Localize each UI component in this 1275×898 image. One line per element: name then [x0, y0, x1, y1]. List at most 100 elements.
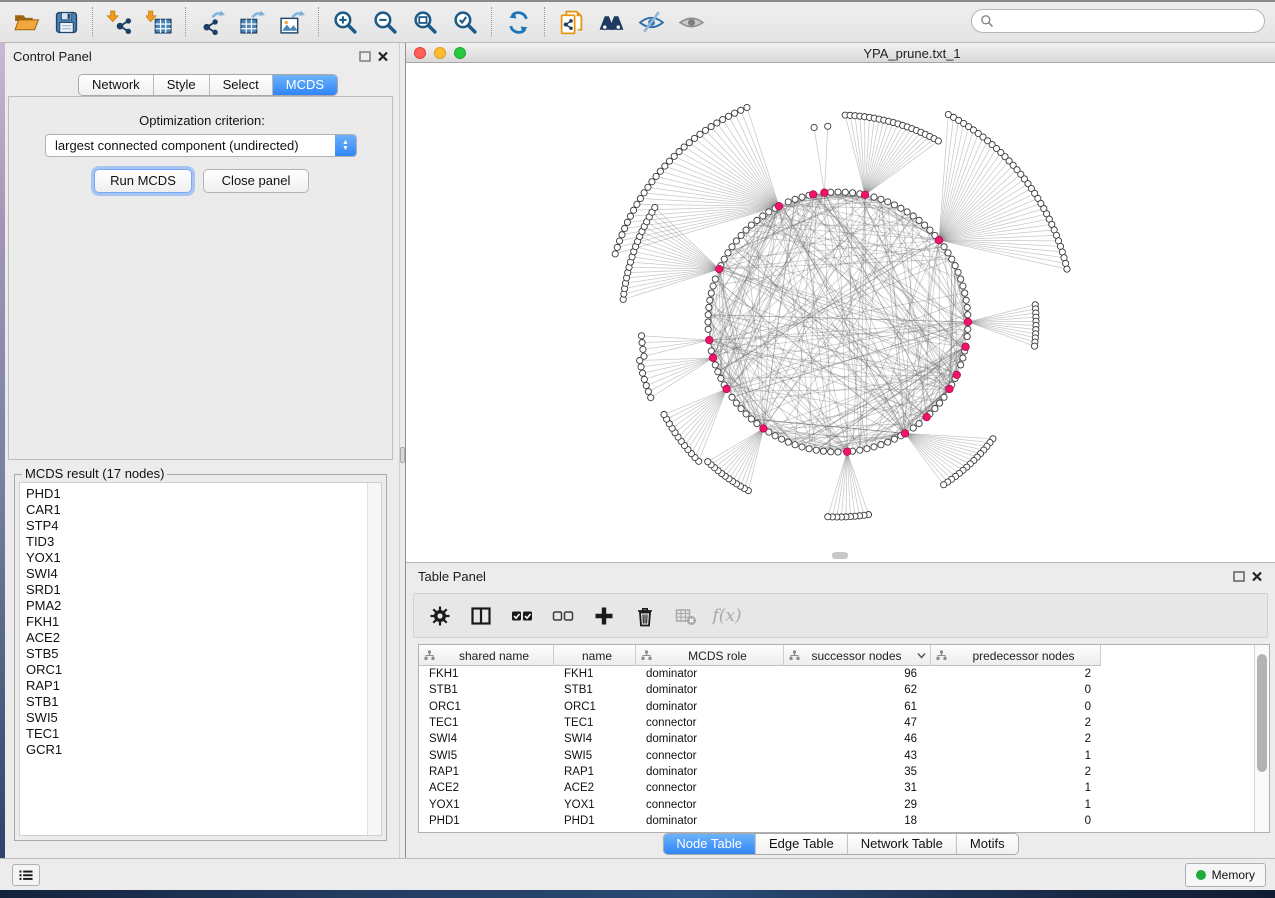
close-panel-icon[interactable] [377, 51, 389, 62]
search-network-button[interactable] [591, 4, 631, 40]
function-builder-icon: f(x) [712, 606, 741, 626]
toolbar-separator [544, 7, 545, 37]
table-settings-button[interactable] [428, 604, 452, 628]
memory-button[interactable]: Memory [1185, 863, 1266, 887]
import-network-button[interactable] [99, 4, 139, 40]
table-cell: 2 [931, 766, 1101, 778]
tab-style[interactable]: Style [154, 75, 210, 95]
table-row[interactable]: YOX1YOX1connector291 [419, 796, 1254, 812]
table-row[interactable]: ORC1ORC1dominator610 [419, 699, 1254, 715]
show-hidden-button[interactable] [671, 4, 711, 40]
splitter-grip[interactable] [400, 447, 405, 463]
hide-selected-button[interactable] [631, 4, 671, 40]
gear-icon [429, 605, 451, 627]
deselect-all-icon [552, 605, 574, 627]
import-network-icon [106, 9, 133, 36]
table-row[interactable]: ACE2ACE2connector311 [419, 780, 1254, 796]
table-cell: connector [636, 750, 784, 762]
clone-network-button[interactable] [551, 4, 591, 40]
zoom-out-button[interactable] [365, 4, 405, 40]
mcds-result-node: SWI5 [20, 710, 381, 726]
mcds-result-node: PMA2 [20, 598, 381, 614]
tab-mcds[interactable]: MCDS [273, 75, 337, 95]
table-cell: FKH1 [554, 668, 636, 680]
optimization-criterion-select[interactable]: largest connected component (undirected)… [45, 134, 357, 157]
vertical-splitter[interactable] [399, 43, 406, 858]
column-header-shared-name[interactable]: shared name [419, 645, 554, 666]
delete-column-button[interactable] [633, 604, 657, 628]
table-tab-network-table[interactable]: Network Table [848, 834, 957, 854]
export-image-button[interactable] [272, 4, 312, 40]
node-table: shared namenameMCDS rolesuccessor nodesp… [418, 644, 1270, 833]
function-builder-button[interactable]: f(x) [715, 604, 739, 628]
table-row[interactable]: PHD1PHD1dominator180 [419, 813, 1254, 829]
open-file-button[interactable] [6, 4, 46, 40]
table-row[interactable]: STB1STB1dominator620 [419, 682, 1254, 698]
table-header-row: shared namenameMCDS rolesuccessor nodesp… [419, 645, 1101, 666]
close-panel-icon[interactable] [1251, 571, 1263, 582]
memory-status-icon [1196, 870, 1206, 880]
table-row[interactable]: SWI4SWI4dominator462 [419, 731, 1254, 747]
network-graph[interactable] [406, 63, 1275, 562]
zoom-in-button[interactable] [325, 4, 365, 40]
table-cell: SWI4 [554, 733, 636, 745]
deselect-all-button[interactable] [551, 604, 575, 628]
table-row[interactable]: RAP1RAP1dominator352 [419, 764, 1254, 780]
table-cell: dominator [636, 815, 784, 827]
status-bar: Memory [0, 858, 1275, 890]
float-window-icon[interactable] [1233, 571, 1245, 582]
export-network-button[interactable] [192, 4, 232, 40]
mcds-result-node: STP4 [20, 518, 381, 534]
column-header-predecessor-nodes[interactable]: predecessor nodes [931, 645, 1101, 666]
table-scrollbar-thumb[interactable] [1257, 654, 1267, 772]
column-header-name[interactable]: name [554, 645, 636, 666]
select-all-button[interactable] [510, 604, 534, 628]
close-panel-button[interactable]: Close panel [203, 169, 309, 193]
show-columns-button[interactable] [469, 604, 493, 628]
table-tab-node-table[interactable]: Node Table [663, 834, 756, 854]
column-header-MCDS-role[interactable]: MCDS role [636, 645, 784, 666]
add-column-button[interactable] [592, 604, 616, 628]
maximize-window-traffic-light[interactable] [454, 47, 466, 59]
zoom-selected-button[interactable] [445, 4, 485, 40]
table-row[interactable]: FKH1FKH1dominator962 [419, 666, 1254, 682]
table-cell: TEC1 [554, 717, 636, 729]
mcds-result-node: SRD1 [20, 582, 381, 598]
column-header-successor-nodes[interactable]: successor nodes [784, 645, 931, 666]
import-table-button[interactable] [139, 4, 179, 40]
delete-table-button[interactable] [674, 604, 698, 628]
mcds-result-node: FKH1 [20, 614, 381, 630]
save-session-button[interactable] [46, 4, 86, 40]
main-toolbar [0, 2, 1275, 43]
zoom-fit-button[interactable] [405, 4, 445, 40]
minimize-window-traffic-light[interactable] [434, 47, 446, 59]
table-cell: dominator [636, 668, 784, 680]
export-table-button[interactable] [232, 4, 272, 40]
table-scrollbar[interactable] [1254, 645, 1269, 832]
refresh-layout-button[interactable] [498, 4, 538, 40]
close-window-traffic-light[interactable] [414, 47, 426, 59]
network-hscroll-thumb[interactable] [832, 552, 848, 559]
network-canvas[interactable] [406, 63, 1275, 562]
import-table-icon [146, 9, 173, 36]
cytoscape-window: Control Panel NetworkStyleSelectMCDS Opt… [0, 0, 1275, 898]
table-row[interactable]: SWI5SWI5connector431 [419, 747, 1254, 763]
global-search [971, 9, 1265, 33]
run-mcds-button[interactable]: Run MCDS [94, 169, 192, 193]
table-cell: 2 [931, 733, 1101, 745]
mcds-list-scrollbar[interactable] [367, 483, 381, 835]
control-panel: Control Panel NetworkStyleSelectMCDS Opt… [5, 43, 399, 858]
toolbar-separator [491, 7, 492, 37]
tab-select[interactable]: Select [210, 75, 273, 95]
global-search-input[interactable] [999, 11, 1264, 31]
tab-network[interactable]: Network [79, 75, 154, 95]
float-window-icon[interactable] [359, 51, 371, 62]
table-tab-motifs[interactable]: Motifs [957, 834, 1018, 854]
task-history-button[interactable] [12, 864, 40, 886]
table-row[interactable]: TEC1TEC1connector472 [419, 715, 1254, 731]
table-cell: 0 [931, 684, 1101, 696]
dropdown-stepper-icon: ▲▼ [335, 134, 356, 157]
network-window-titlebar: YPA_prune.txt_1 [406, 43, 1275, 63]
table-tab-edge-table[interactable]: Edge Table [756, 834, 848, 854]
zoom-fit-icon [412, 9, 439, 36]
